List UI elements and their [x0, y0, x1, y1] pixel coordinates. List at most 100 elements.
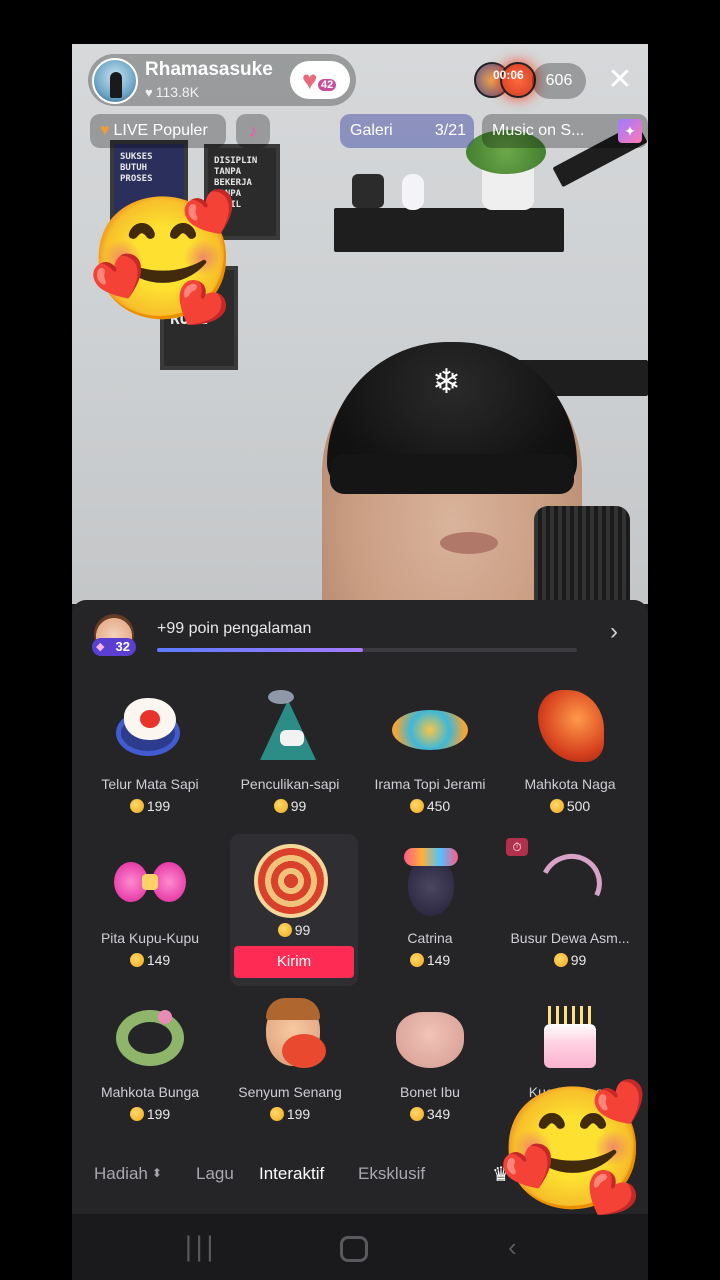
gift-item-senyum-senang[interactable]: Senyum Senang 199 — [220, 992, 360, 1142]
host-avatar[interactable] — [92, 58, 138, 104]
wall-shelf-top — [334, 208, 564, 252]
birthday-cake-icon — [530, 998, 610, 1074]
send-gift-button[interactable]: Kirim — [234, 946, 354, 978]
beanie-cuff — [330, 454, 574, 494]
coin-icon — [553, 953, 568, 967]
live-popular-label: LIVE Populer — [113, 122, 208, 139]
diamond-icon: ◆ — [96, 641, 105, 653]
speaker-figure — [352, 174, 384, 208]
gift-price: 99 — [220, 798, 360, 814]
music-on-label: Music on S... — [492, 122, 585, 139]
gift-name: Mahkota Bunga — [100, 1084, 200, 1100]
experience-progress-bar — [157, 648, 577, 652]
tab-eksklusif[interactable]: Eksklusif — [358, 1164, 425, 1184]
live-popular-chip[interactable]: ♥ LIVE Populer — [90, 114, 226, 148]
tab-interaktif[interactable]: Interaktif — [259, 1164, 324, 1184]
coin-icon — [409, 799, 424, 813]
gift-price: 199 — [80, 798, 220, 814]
smiling-man-icon — [250, 998, 330, 1074]
host-likes: ♥ 113.8K — [145, 84, 199, 100]
bonnet-hat-icon — [390, 998, 470, 1074]
host-likes-count: 113.8K — [155, 84, 200, 100]
catrina-mask-icon — [390, 844, 470, 920]
gift-item-catrina[interactable]: Catrina 149 — [360, 838, 500, 988]
fried-egg-pan-icon — [110, 690, 190, 766]
gift-item-bonet-ibu[interactable]: Bonet Ibu 349 — [360, 992, 500, 1142]
gift-item-telur-mata-sapi[interactable]: Telur Mata Sapi 199 — [80, 684, 220, 834]
experience-text[interactable]: +99 poin pengalaman — [157, 620, 311, 638]
gift-price: 99 — [230, 922, 358, 938]
gift-item-mahkota-naga[interactable]: Mahkota Naga 500 — [500, 684, 640, 834]
countdown-timer: 00:06 — [493, 68, 524, 82]
floating-emoji-reaction: 🥰 — [88, 192, 238, 326]
gift-name: Telur Mata Sapi — [101, 776, 199, 792]
user-level-badge: ◆ 32 — [92, 638, 136, 656]
viewer-count[interactable]: 606 — [532, 63, 586, 99]
gift-price: 199 — [80, 1106, 220, 1122]
recent-apps-icon[interactable]: ||| — [184, 1232, 216, 1262]
galeri-chip[interactable]: Galeri 3/21 — [340, 114, 474, 148]
galeri-count: 3/21 — [434, 122, 466, 139]
coin-icon — [549, 799, 564, 813]
gift-price: 99 — [500, 952, 640, 968]
gift-name: Penculikan-sapi — [240, 776, 340, 792]
coin-icon — [273, 799, 288, 813]
bow-ribbon-icon — [110, 844, 190, 920]
host-name[interactable]: Rhamasasuke — [145, 59, 273, 81]
sort-arrows-icon: ⬍ — [151, 1166, 162, 1180]
dragon-crown-icon — [530, 690, 610, 766]
gift-name: Irama Topi Jerami — [374, 776, 486, 792]
coin-icon — [129, 953, 144, 967]
music-note-icon[interactable]: ♪ — [236, 114, 270, 148]
gift-item-pita-kupu-kupu[interactable]: Pita Kupu-Kupu 149 — [80, 838, 220, 988]
close-icon[interactable]: ✕ — [602, 62, 638, 98]
gift-name: Catrina — [407, 930, 453, 946]
chevron-right-icon[interactable]: › — [610, 618, 618, 646]
microphone — [534, 506, 630, 604]
coin-icon — [277, 923, 292, 937]
phone-screen: SUKSES BUTUH PROSES DISIPLIN TANPA BEKERJA TA… — [72, 44, 648, 1280]
gift-name: Bonet Ibu — [400, 1084, 460, 1100]
tab-hadiah[interactable]: Hadiah ⬍ — [94, 1164, 162, 1184]
experience-progress-fill — [157, 648, 363, 652]
user-level: 32 — [115, 639, 130, 654]
gift-price: 450 — [360, 798, 500, 814]
fanclub-join-button[interactable]: ♥ 42 — [290, 61, 350, 99]
dartboard-heart-icon — [238, 840, 328, 918]
gift-name: Busur Dewa Asm... — [510, 930, 630, 946]
streamer-mouth — [440, 532, 498, 554]
galeri-label: Galeri — [350, 122, 393, 139]
gift-price: 149 — [360, 952, 500, 968]
flower-crown-icon — [110, 998, 190, 1074]
coin-icon — [129, 799, 144, 813]
floating-emoji-reaction-bottom: 🥰 — [498, 1082, 648, 1216]
gift-item-penculikan-sapi[interactable]: Penculikan-sapi 99 — [220, 684, 360, 834]
gift-name: Pita Kupu-Kupu — [100, 930, 200, 946]
gift-item-dartboard-selected[interactable]: 99 Kirim — [230, 834, 358, 986]
coin-icon — [409, 953, 424, 967]
coin-icon — [409, 1107, 424, 1121]
sombrero-icon — [390, 690, 470, 766]
gift-price: 349 — [360, 1106, 500, 1122]
timer-badge-icon: ⏱ — [506, 838, 528, 856]
gift-name: Senyum Senang — [238, 1084, 342, 1100]
heart-icon: ♥ — [100, 122, 110, 139]
back-icon[interactable]: ‹ — [508, 1232, 517, 1263]
gift-price: 199 — [220, 1106, 360, 1122]
coin-icon — [129, 1107, 144, 1121]
gift-price: 149 — [80, 952, 220, 968]
fanclub-heart-icon: ♥ — [302, 65, 318, 95]
home-icon[interactable] — [340, 1236, 368, 1262]
coin-icon — [269, 1107, 284, 1121]
gift-name: Mahkota Naga — [524, 776, 616, 792]
gift-item-mahkota-bunga[interactable]: Mahkota Bunga 199 — [80, 992, 220, 1142]
fanclub-level: 42 — [318, 79, 337, 91]
gift-item-irama-topi-jerami[interactable]: Irama Topi Jerami 450 — [360, 684, 500, 834]
gift-price: 500 — [500, 798, 640, 814]
astronaut-figure — [402, 174, 424, 210]
ufo-cow-icon — [250, 690, 330, 766]
music-on-chip[interactable]: Music on S... ✦ — [482, 114, 648, 148]
gift-item-busur-dewa-asmara[interactable]: ⏱ Busur Dewa Asm... 99 — [500, 838, 640, 988]
tab-lagu[interactable]: Lagu — [196, 1164, 234, 1184]
cupid-bow-icon — [530, 844, 611, 923]
